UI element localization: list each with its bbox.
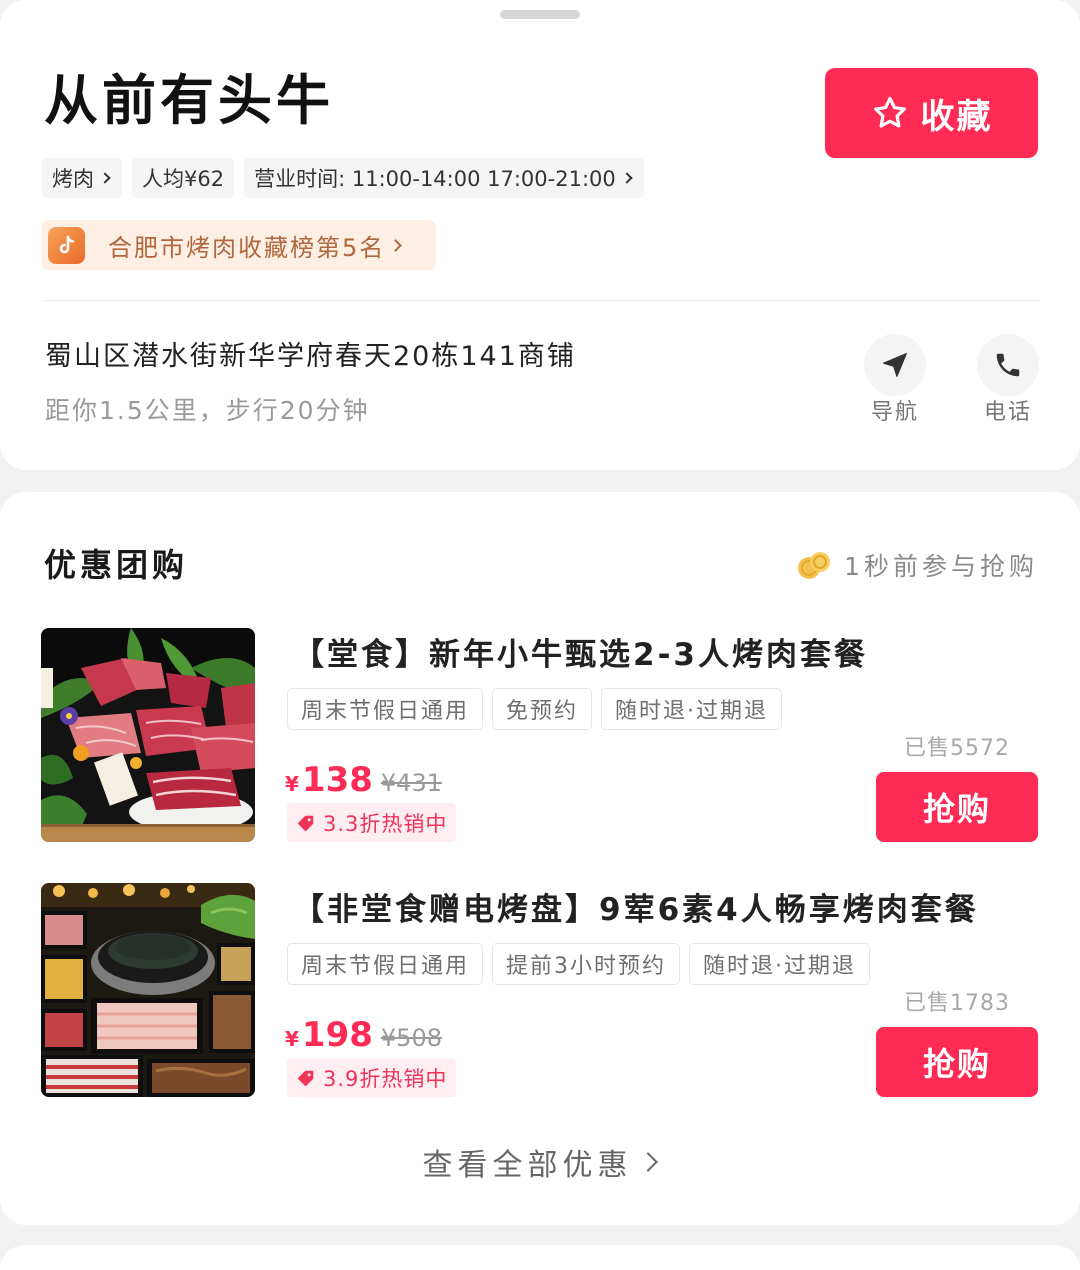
discount-badge: 3.3折热销中 (287, 803, 457, 842)
price-current: 138 (301, 760, 373, 800)
navigation-button[interactable]: 导航 (855, 334, 935, 428)
chevron-right-icon (637, 1152, 658, 1172)
price-tag-icon (296, 813, 316, 833)
douyin-logo-icon (48, 226, 85, 264)
drag-handle[interactable] (500, 10, 580, 19)
deals-card: 优惠团购 1秒前参与抢购 【堂食】新年小牛甄选2-3人烤肉套餐 周末节假日通用 … (0, 492, 1080, 1225)
purchase-activity: 1秒前参与抢购 (796, 547, 1038, 583)
shop-name: 从前有头牛 (44, 69, 334, 132)
business-hours-label: 营业时间: 11:00-14:00 17:00-21:00 (254, 167, 616, 191)
average-price-label: 人均¥62 (142, 167, 225, 191)
phone-icon (977, 334, 1039, 396)
phone-label: 电话 (983, 400, 1032, 425)
deal-tag: 周末节假日通用 (287, 943, 484, 985)
deal-tag: 周末节假日通用 (287, 688, 484, 730)
ranking-label: 合肥市烤肉收藏榜第5名 (108, 233, 386, 262)
chevron-right-icon (621, 172, 633, 184)
deal-price: ¥ 138 ¥431 (285, 758, 442, 802)
deal-item[interactable]: 【非堂食赠电烤盘】9荤6素4人畅享烤肉套餐 周末节假日通用 提前3小时预约 随时… (0, 883, 1080, 1097)
category-tag[interactable]: 烤肉 (42, 158, 122, 198)
deal-title: 【非堂食赠电烤盘】9荤6素4人畅享烤肉套餐 (293, 892, 979, 928)
sold-count: 已售5572 (904, 736, 1010, 761)
discount-badge: 3.9折热销中 (287, 1058, 457, 1097)
sold-count: 已售1783 (904, 991, 1010, 1016)
price-original: ¥508 (380, 1024, 442, 1052)
view-all-label: 查看全部优惠 (422, 1148, 633, 1183)
favorite-label: 收藏 (920, 96, 993, 137)
buy-button[interactable]: 抢购 (876, 772, 1038, 842)
buy-button[interactable]: 抢购 (876, 1027, 1038, 1097)
deal-item[interactable]: 【堂食】新年小牛甄选2-3人烤肉套餐 周末节假日通用 免预约 随时退·过期退 已… (0, 628, 1080, 842)
shop-info-card: 从前有头牛 收藏 烤肉 人均¥62 营业时间: 11:00-14:00 17:0… (0, 0, 1080, 470)
shop-detail-page: 从前有头牛 收藏 烤肉 人均¥62 营业时间: 11:00-14:00 17:0… (0, 0, 1080, 1270)
favorite-button[interactable]: 收藏 (825, 68, 1038, 158)
shop-address[interactable]: 蜀山区潜水街新华学府春天20栋141商铺 (45, 337, 576, 377)
coins-icon (796, 550, 832, 580)
section-title: 优惠团购 (44, 546, 189, 584)
deal-tag: 随时退·过期退 (601, 688, 783, 730)
category-tag-label: 烤肉 (52, 167, 94, 191)
chevron-right-icon (99, 172, 111, 184)
discount-label: 3.9折热销中 (323, 1066, 448, 1091)
business-hours-tag[interactable]: 营业时间: 11:00-14:00 17:00-21:00 (244, 158, 644, 198)
deal-tag: 提前3小时预约 (492, 943, 681, 985)
price-original: ¥431 (380, 769, 442, 797)
star-outline-icon (871, 94, 909, 132)
navigation-icon (864, 334, 926, 396)
navigation-label: 导航 (870, 400, 919, 425)
price-current: 198 (301, 1015, 373, 1055)
deal-title: 【堂食】新年小牛甄选2-3人烤肉套餐 (293, 637, 869, 673)
chevron-right-icon (389, 238, 403, 252)
deal-tag: 免预约 (492, 688, 593, 730)
deal-image[interactable] (41, 883, 255, 1097)
deal-image[interactable] (41, 628, 255, 842)
deal-tag: 随时退·过期退 (689, 943, 871, 985)
price-tag-icon (296, 1068, 316, 1088)
shop-tags: 烤肉 人均¥62 营业时间: 11:00-14:00 17:00-21:00 (42, 158, 644, 198)
deal-tags: 周末节假日通用 提前3小时预约 随时退·过期退 (287, 943, 871, 985)
shop-distance: 距你1.5公里，步行20分钟 (45, 396, 370, 425)
average-price-tag: 人均¥62 (132, 158, 235, 198)
deal-price: ¥ 198 ¥508 (285, 1013, 442, 1057)
price-currency: ¥ (285, 1027, 299, 1051)
view-all-deals-link[interactable]: 查看全部优惠 (0, 1140, 1080, 1184)
price-currency: ¥ (285, 772, 299, 796)
activity-text: 1秒前参与抢购 (844, 552, 1038, 581)
ranking-badge[interactable]: 合肥市烤肉收藏榜第5名 (42, 220, 436, 270)
divider (42, 300, 1040, 301)
phone-button[interactable]: 电话 (968, 334, 1048, 428)
discount-label: 3.3折热销中 (323, 811, 448, 836)
deal-tags: 周末节假日通用 免预约 随时退·过期退 (287, 688, 783, 730)
next-card (0, 1245, 1080, 1270)
